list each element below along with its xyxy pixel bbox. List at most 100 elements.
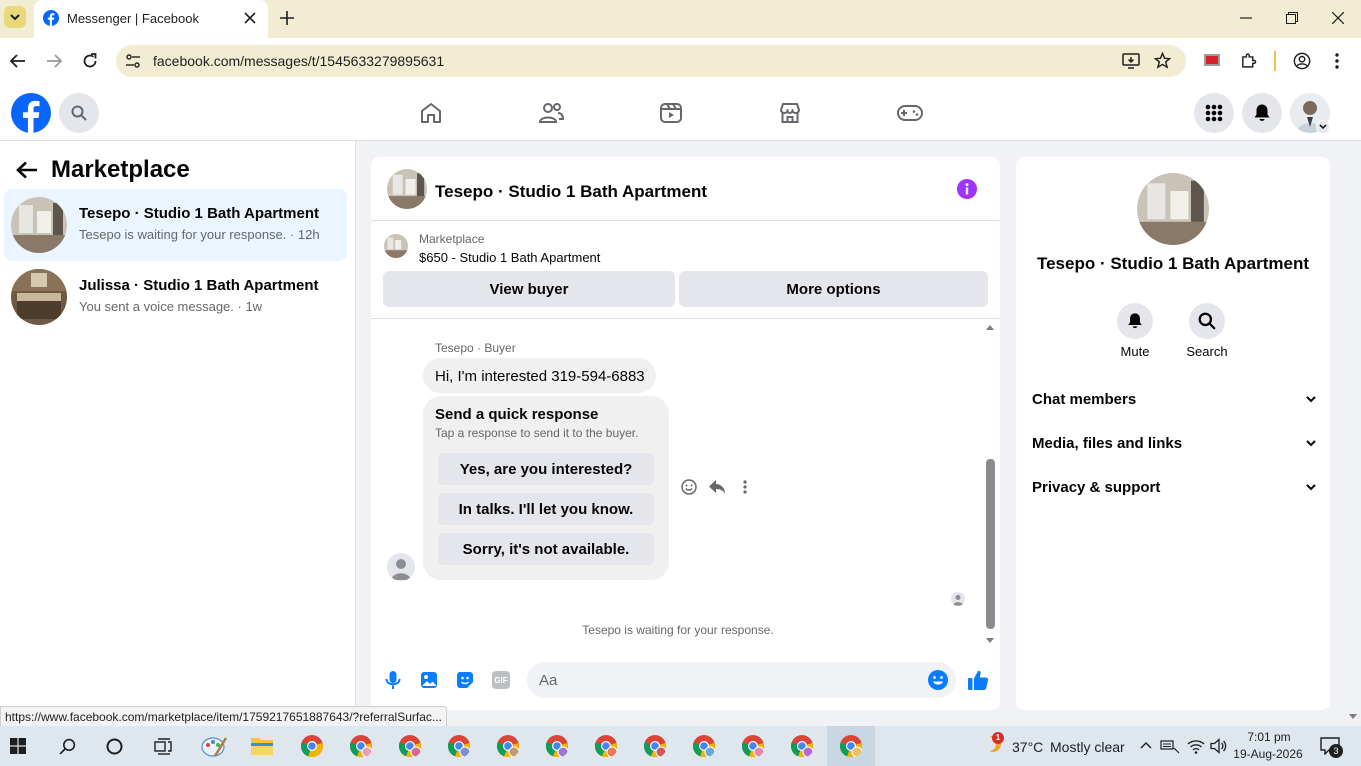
minimize-icon[interactable] (1240, 17, 1252, 19)
default-user-icon (391, 559, 411, 580)
chrome-profile-icon[interactable] (741, 734, 765, 758)
forward-arrow-icon[interactable] (46, 54, 62, 68)
chrome-app-icon[interactable] (300, 734, 324, 758)
search-button[interactable] (59, 93, 99, 133)
chevron-down-icon (10, 14, 20, 21)
conversation-preview: Tesepo is waiting for your response. · 1… (79, 227, 320, 242)
extensions-puzzle-icon[interactable] (1240, 52, 1257, 69)
privacy-support-section[interactable]: Privacy & support (1032, 473, 1316, 501)
bell-icon (1128, 313, 1142, 329)
account-dropdown-badge[interactable] (1316, 120, 1330, 134)
page-scroll-down-icon[interactable] (1348, 713, 1358, 720)
photo-icon[interactable] (420, 671, 438, 689)
chrome-profile-icon[interactable] (545, 734, 569, 758)
close-tab-icon[interactable] (244, 12, 256, 24)
gif-label: GIF (494, 675, 508, 685)
site-info-icon[interactable] (125, 53, 141, 69)
thumbs-up-icon[interactable] (967, 669, 989, 691)
quick-response-subtitle: Tap a response to send it to the buyer. (435, 426, 639, 440)
nav-video[interactable] (651, 98, 691, 128)
chrome-profile-icon[interactable] (496, 734, 520, 758)
gif-button[interactable]: GIF (492, 671, 510, 689)
chevron-down-icon (1306, 395, 1316, 402)
info-icon[interactable] (957, 179, 977, 199)
search-label: Search (1186, 344, 1228, 359)
more-options-button[interactable]: More options (679, 271, 988, 307)
weather-condition[interactable]: Mostly clear (1050, 739, 1125, 755)
volume-icon[interactable] (1210, 738, 1228, 754)
toolbar-divider (1274, 51, 1276, 71)
microphone-icon[interactable] (385, 670, 401, 690)
browser-tab[interactable]: Messenger | Facebook (34, 0, 268, 38)
details-avatar (1137, 173, 1209, 245)
weather-temperature[interactable]: 37°C (1012, 739, 1043, 755)
clock-date[interactable]: 19-Aug-2026 (1232, 747, 1304, 761)
react-emoji-icon[interactable] (681, 479, 697, 495)
message-input[interactable]: Aa (527, 662, 956, 698)
chrome-profile-icon[interactable] (692, 734, 716, 758)
media-files-links-section[interactable]: Media, files and links (1032, 429, 1316, 457)
nav-marketplace[interactable] (770, 98, 810, 128)
chevron-down-icon (1319, 124, 1327, 130)
nav-gaming[interactable] (890, 98, 930, 128)
mute-button[interactable] (1117, 303, 1153, 339)
close-window-icon[interactable] (1332, 12, 1344, 24)
chrome-profile-icon[interactable] (643, 734, 667, 758)
extension-red-icon[interactable] (1204, 54, 1220, 66)
gaming-controller-icon (897, 105, 923, 121)
chrome-profile-icon[interactable] (398, 734, 422, 758)
nav-home[interactable] (411, 98, 451, 128)
menu-button[interactable] (1194, 93, 1234, 133)
restore-icon[interactable] (1286, 12, 1298, 24)
clock-time[interactable]: 7:01 pm (1236, 730, 1302, 744)
scrollbar-thumb[interactable] (986, 459, 995, 629)
back-arrow-icon[interactable] (10, 54, 26, 68)
chrome-active-icon[interactable] (839, 734, 863, 758)
chat-avatar[interactable] (387, 169, 427, 209)
scroll-up-arrow-icon[interactable] (985, 324, 995, 331)
chrome-profile-icon[interactable] (790, 734, 814, 758)
sticker-icon[interactable] (456, 671, 474, 689)
quick-response-option[interactable]: Sorry, it's not available. (438, 533, 654, 565)
network-wifi-icon[interactable] (1187, 738, 1205, 754)
back-arrow-icon[interactable] (16, 161, 38, 179)
listing-title[interactable]: $650 - Studio 1 Bath Apartment (419, 250, 600, 265)
conversation-item[interactable]: Tesepo · Studio 1 Bath Apartment Tesepo … (4, 189, 347, 261)
reload-icon[interactable] (82, 53, 98, 69)
tab-search-button[interactable] (4, 6, 26, 28)
conversation-name: Tesepo · Studio 1 Bath Apartment (79, 205, 320, 222)
sender-label: Tesepo · Buyer (435, 341, 516, 355)
chat-members-section[interactable]: Chat members (1032, 385, 1316, 413)
emoji-icon[interactable] (927, 669, 949, 691)
bell-icon (1254, 104, 1270, 121)
bookmark-star-icon[interactable] (1154, 52, 1171, 69)
view-buyer-button[interactable]: View buyer (383, 271, 675, 307)
reply-icon[interactable] (708, 479, 726, 495)
install-app-icon[interactable] (1122, 53, 1140, 69)
section-label: Privacy & support (1032, 478, 1161, 496)
language-keyboard-icon[interactable] (1160, 738, 1180, 754)
more-actions-icon[interactable] (743, 480, 747, 494)
address-bar[interactable]: facebook.com/messages/t/1545633279895631 (116, 45, 1186, 77)
chrome-profile-icon[interactable] (594, 734, 618, 758)
facebook-logo-icon[interactable] (11, 93, 51, 133)
menu-kebab-icon[interactable] (1335, 53, 1339, 69)
quick-response-option[interactable]: In talks. I'll let you know. (438, 493, 654, 525)
quick-response-option[interactable]: Yes, are you interested? (438, 453, 654, 485)
search-conversation-button[interactable] (1189, 303, 1225, 339)
conversation-name: Julissa · Studio 1 Bath Apartment (79, 277, 319, 294)
new-tab-icon[interactable] (280, 11, 294, 25)
notifications-button[interactable] (1242, 93, 1282, 133)
chevron-down-icon (1306, 439, 1316, 446)
read-receipt-avatar (951, 592, 965, 606)
tray-expand-icon[interactable] (1140, 741, 1152, 749)
conversation-item[interactable]: Julissa · Studio 1 Bath Apartment You se… (4, 261, 347, 333)
scroll-down-arrow-icon[interactable] (985, 637, 995, 644)
message-bubble[interactable]: Hi, I'm interested 319-594-6883 (423, 358, 656, 393)
profile-icon[interactable] (1293, 52, 1311, 70)
chrome-profile-icon[interactable] (447, 734, 471, 758)
chrome-profile-icon[interactable] (349, 734, 373, 758)
nav-friends[interactable] (531, 98, 571, 128)
search-icon (1198, 312, 1216, 330)
chat-title[interactable]: Tesepo · Studio 1 Bath Apartment (435, 182, 707, 202)
